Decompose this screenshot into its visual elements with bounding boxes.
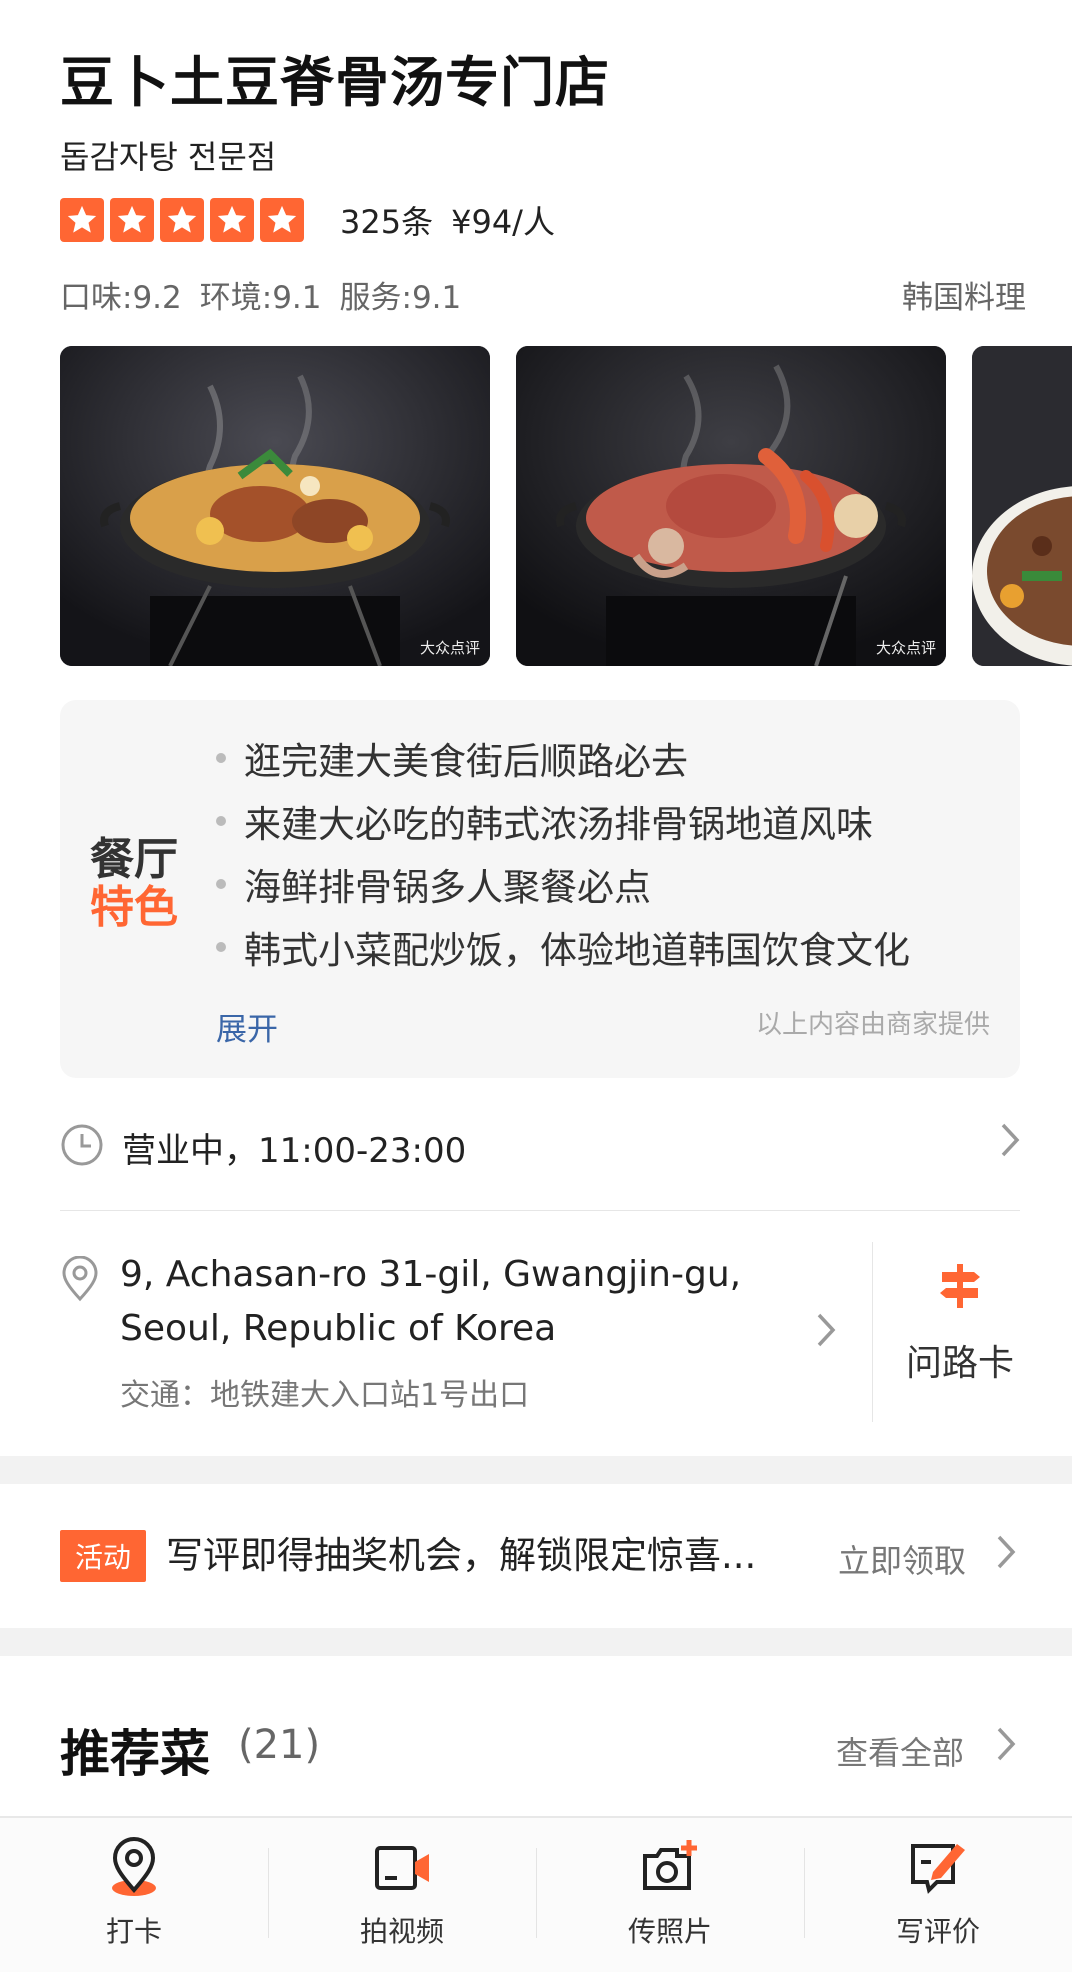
feature-text: 韩式小菜配炒饭，体验地道韩国饮食文化 [244, 928, 910, 972]
clock-icon [60, 1123, 104, 1171]
score-taste: 口味:9.2 [60, 280, 182, 316]
tab-label: 打卡 [105, 1915, 162, 1948]
chevron-right-icon[interactable] [998, 1120, 1022, 1164]
shop-subtitle: 돕감자탕 전문점 [60, 138, 277, 176]
business-hours-row[interactable]: 营业中，11:00-23:00 [60, 1112, 1020, 1182]
chevron-right-icon[interactable] [994, 1532, 1018, 1576]
tab-label: 写评价 [895, 1915, 980, 1948]
rating-row: 325条 ¥94/人 [60, 196, 555, 244]
seafood-stew-photo[interactable]: 大众点评 [516, 346, 946, 666]
chevron-right-icon[interactable] [814, 1310, 838, 1354]
promo-claim-button[interactable]: 立即领取 [838, 1536, 966, 1582]
list-item: 海鲜排骨锅多人聚餐必点 [216, 852, 910, 915]
shop-title: 豆卜土豆脊骨汤专门店 [60, 51, 610, 114]
star-rating [60, 198, 304, 242]
write-review-icon [907, 1836, 969, 1902]
list-item: 来建大必吃的韩式浓汤排骨锅地道风味 [216, 789, 910, 852]
feature-list: 逛完建大美食街后顺路必去 来建大必吃的韩式浓汤排骨锅地道风味 海鲜排骨锅多人聚餐… [216, 726, 910, 978]
list-item: 逛完建大美食街后顺路必去 [216, 726, 910, 789]
photo-watermark: 大众点评 [419, 639, 480, 657]
category-label[interactable]: 韩国料理 [902, 272, 1026, 317]
location-pin-icon [60, 1255, 100, 1306]
bullet-icon [216, 878, 226, 889]
star-icon [110, 198, 154, 242]
chevron-right-icon[interactable] [994, 1724, 1018, 1768]
review-count: 325条 [340, 203, 434, 241]
signpost-icon [938, 1264, 982, 1314]
route-card-button[interactable]: 问路卡 [874, 1262, 1046, 1386]
bullet-icon [216, 815, 226, 826]
score-environment: 环境:9.1 [199, 280, 322, 316]
tab-write-review[interactable]: 写评价 [804, 1818, 1072, 1972]
checkin-pin-icon [103, 1836, 165, 1902]
section-separator [0, 1456, 1072, 1484]
photo-strip[interactable]: 大众点评 大众点评 [60, 346, 1072, 666]
feature-text: 海鲜排骨锅多人聚餐必点 [244, 865, 651, 909]
sub-scores: 口味:9.2 环境:9.1 服务:9.1 [60, 272, 461, 317]
address-line2[interactable]: Seoul, Republic of Korea [120, 1308, 556, 1349]
tab-shoot-video[interactable]: 拍视频 [268, 1818, 536, 1972]
price-per-person: ¥94/人 [451, 203, 555, 241]
promo-text[interactable]: 写评即得抽奖机会，解锁限定惊喜... [166, 1530, 756, 1582]
recommended-dishes-title: 推荐菜 [60, 1725, 210, 1783]
photo-camera-add-icon [639, 1836, 701, 1902]
partial-dish-photo[interactable] [972, 346, 1072, 666]
score-service: 服务:9.1 [339, 280, 462, 316]
star-icon [210, 198, 254, 242]
divider [60, 1210, 1020, 1211]
expand-link[interactable]: 展开 [216, 1004, 278, 1049]
video-camera-icon [371, 1836, 433, 1902]
view-all-button[interactable]: 查看全部 [836, 1728, 964, 1774]
features-badge-line2: 特色 [90, 882, 178, 933]
merchant-provided-note: 以上内容由商家提供 [755, 1010, 990, 1040]
transit-info: 交通：地铁建大入口站1号出口 [120, 1378, 530, 1413]
section-separator [0, 1628, 1072, 1656]
rating-summary[interactable]: 325条 ¥94/人 [340, 197, 555, 243]
features-badge: 餐厅 特色 [90, 836, 178, 932]
feature-text: 来建大必吃的韩式浓汤排骨锅地道风味 [244, 802, 873, 846]
pork-bone-stew-photo[interactable]: 大众点评 [60, 346, 490, 666]
bullet-icon [216, 941, 226, 952]
recommended-dishes-count: (21) [238, 1722, 321, 1768]
promo-badge: 活动 [60, 1530, 146, 1582]
bottom-action-bar: 打卡 拍视频 传照片 写评价 [0, 1816, 1072, 1972]
star-icon [60, 198, 104, 242]
photo-watermark: 大众点评 [875, 639, 936, 657]
bullet-icon [216, 752, 226, 763]
star-icon [260, 198, 304, 242]
tab-checkin[interactable]: 打卡 [0, 1818, 268, 1972]
route-card-label: 问路卡 [905, 1343, 1014, 1384]
divider [872, 1242, 873, 1422]
feature-text: 逛完建大美食街后顺路必去 [244, 739, 688, 783]
tab-upload-photo[interactable]: 传照片 [536, 1818, 804, 1972]
address-line1[interactable]: 9, Achasan-ro 31-gil, Gwangjin-gu, [120, 1254, 741, 1295]
list-item: 韩式小菜配炒饭，体验地道韩国饮食文化 [216, 915, 910, 978]
tab-label: 拍视频 [359, 1915, 444, 1948]
tab-label: 传照片 [627, 1915, 712, 1948]
star-icon [160, 198, 204, 242]
hours-text: 营业中，11:00-23:00 [122, 1130, 467, 1171]
features-badge-line1: 餐厅 [90, 834, 178, 885]
